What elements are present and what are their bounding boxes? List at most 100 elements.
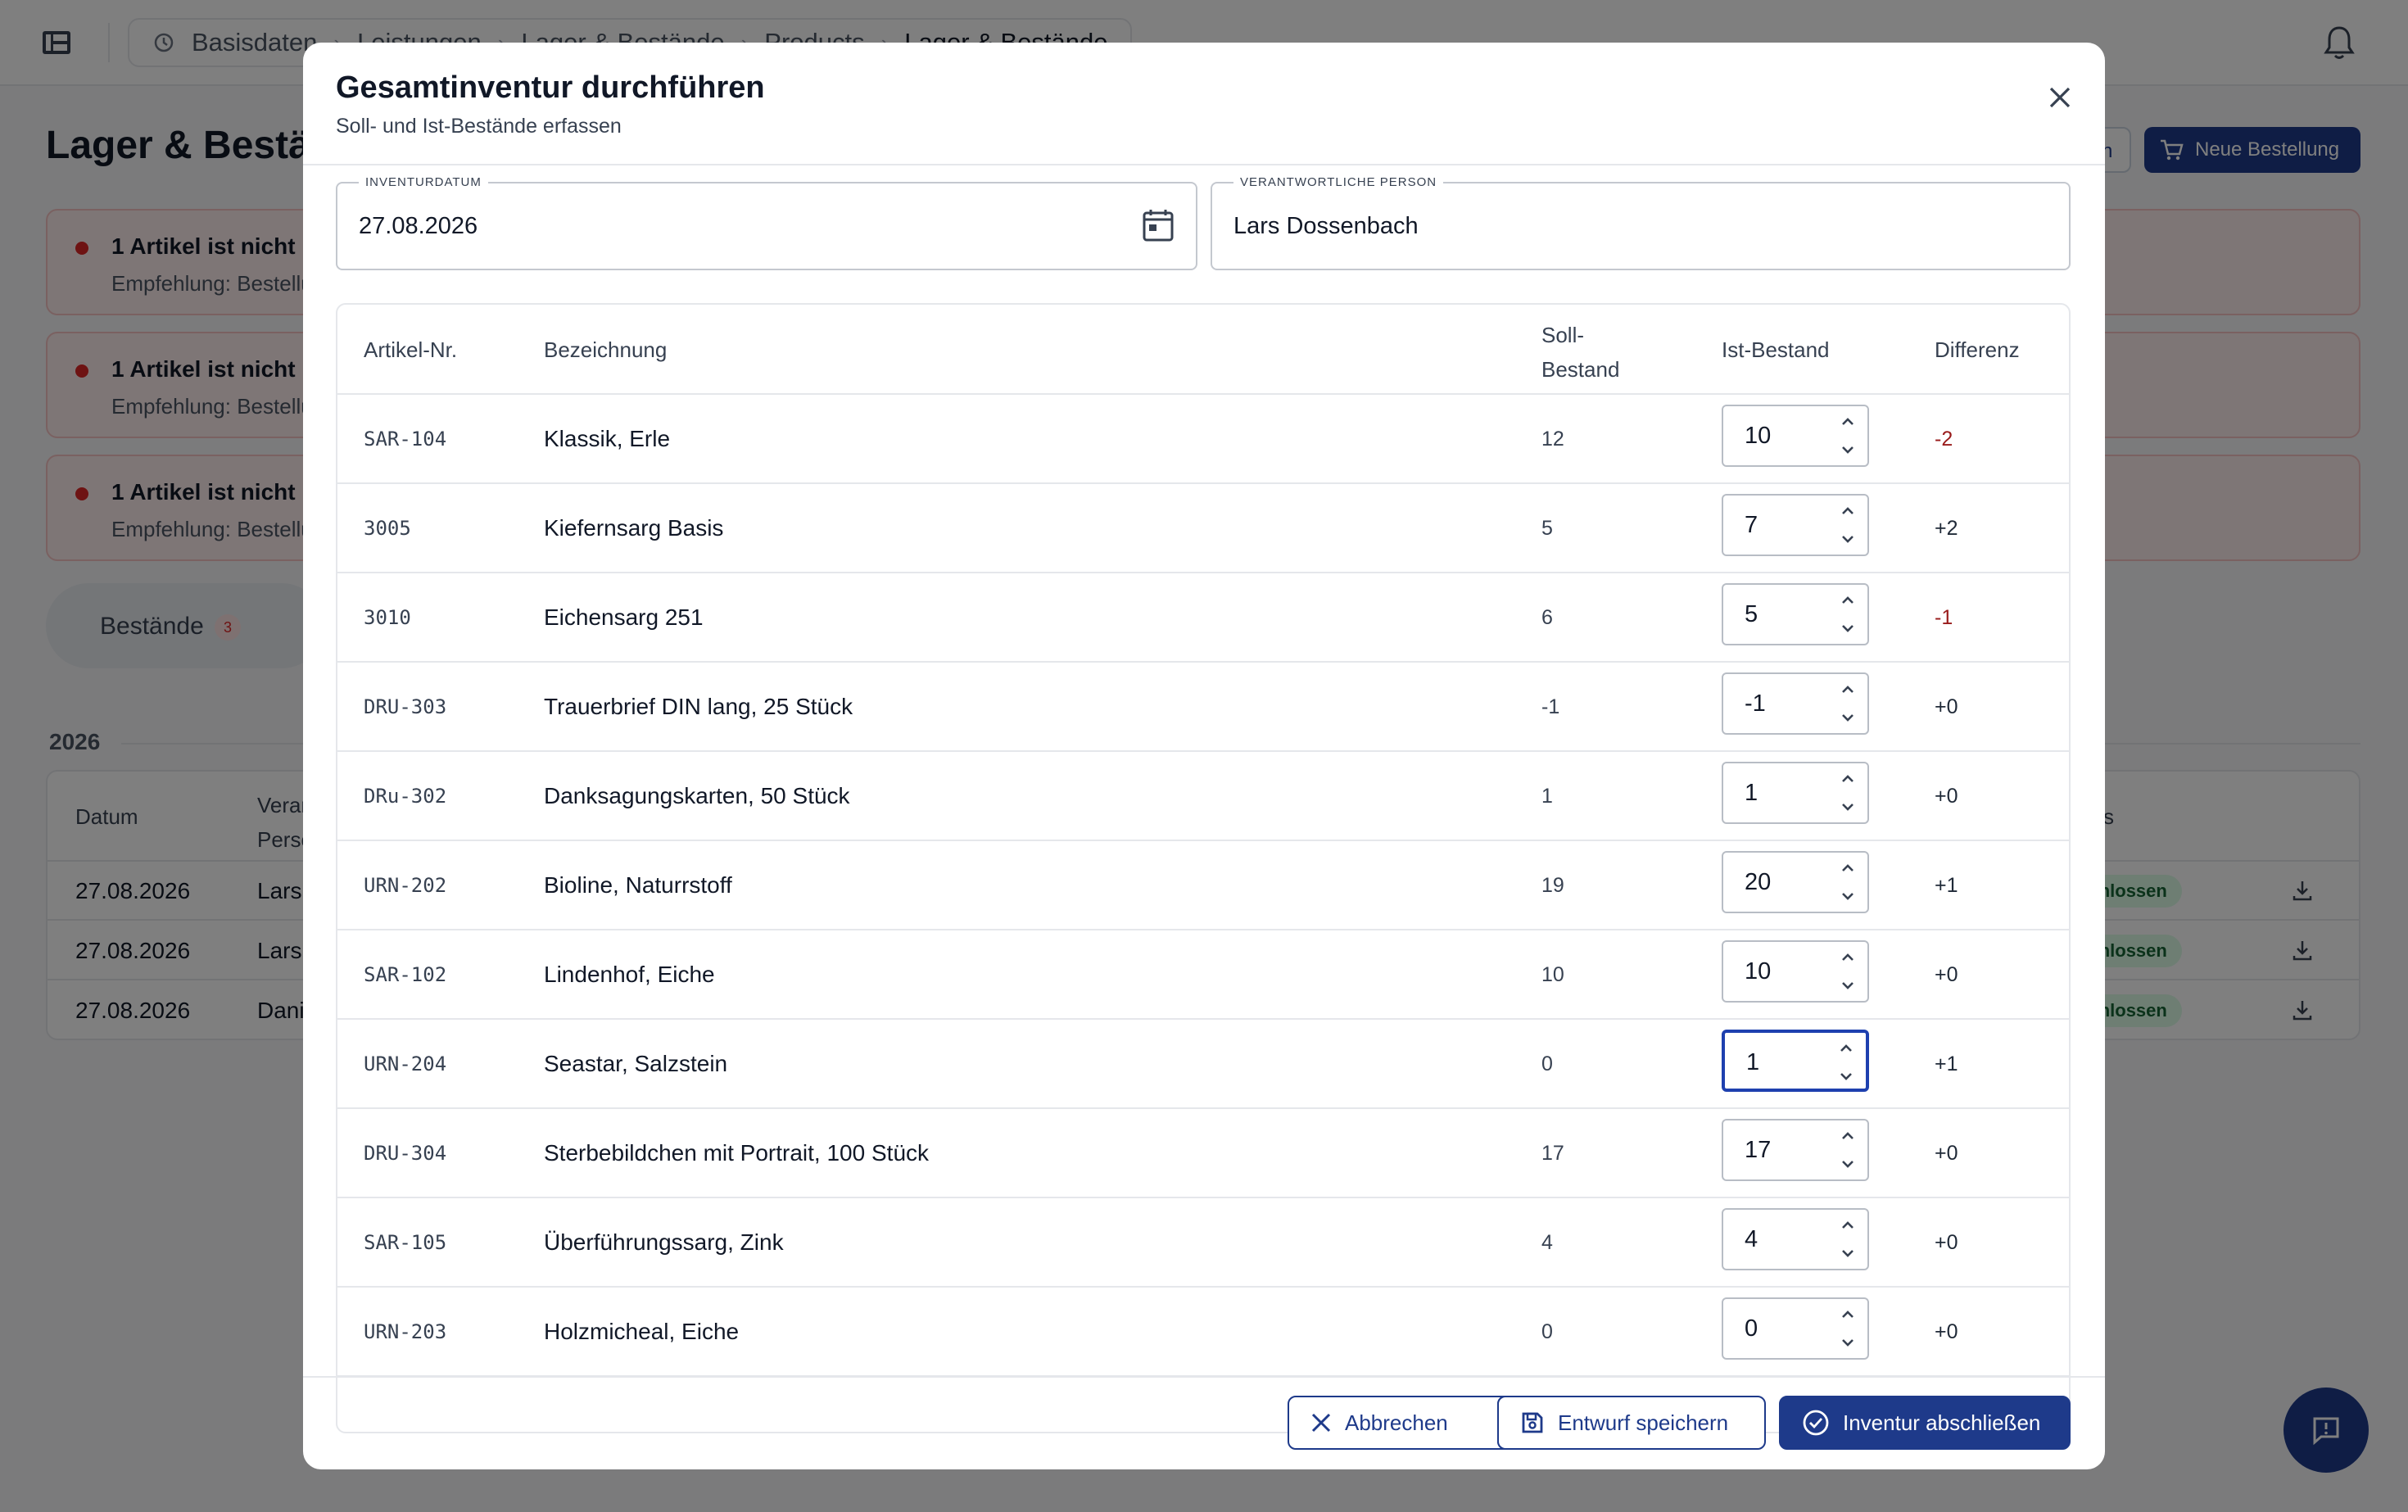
article-number: DRU-303 [364, 695, 447, 718]
save-draft-button[interactable]: Entwurf speichern [1497, 1396, 1766, 1450]
article-description: Lindenhof, Eiche [544, 962, 715, 987]
table-row: DRU-303 Trauerbrief DIN lang, 25 Stück -1 -… [337, 663, 2069, 752]
column-header-article-number: Artikel-Nr. [364, 337, 458, 362]
actual-stock-input[interactable]: 20 [1722, 851, 1869, 913]
article-description: Seastar, Salzstein [544, 1051, 728, 1076]
save-draft-label: Entwurf speichern [1558, 1410, 1729, 1435]
article-number: 3010 [364, 606, 411, 629]
actual-stock-value: 0 [1745, 1315, 1758, 1342]
close-icon [1311, 1413, 1331, 1433]
table-row: DRu-302 Danksagungskarten, 50 Stück 1 1 +0 [337, 752, 2069, 841]
actual-stock-input[interactable]: -1 [1722, 672, 1869, 735]
table-header: Artikel-Nr. Bezeichnung Soll-Bestand Ist… [337, 305, 2069, 395]
finish-inventory-label: Inventur abschließen [1843, 1410, 2041, 1435]
target-stock: 17 [1541, 1142, 1564, 1165]
modal-divider [303, 164, 2105, 165]
article-number: URN-202 [364, 874, 447, 897]
stepper-icon[interactable] [1840, 593, 1856, 636]
close-button[interactable] [2039, 77, 2080, 118]
actual-stock-input[interactable]: 5 [1722, 583, 1869, 645]
stepper-icon[interactable] [1840, 1218, 1856, 1261]
stock-difference: +1 [1935, 1053, 1958, 1075]
table-row: URN-203 Holzmicheal, Eiche 0 0 +0 [337, 1288, 2069, 1377]
date-value: 27.08.2026 [359, 213, 478, 239]
article-description: Kiefernsarg Basis [544, 515, 724, 541]
target-stock: 12 [1541, 428, 1564, 450]
actual-stock-input[interactable]: 10 [1722, 940, 1869, 1003]
table-row: DRU-304 Sterbebildchen mit Portrait, 100 … [337, 1109, 2069, 1198]
article-description: Holzmicheal, Eiche [544, 1319, 740, 1344]
inventory-date-field[interactable]: INVENTURDATUM 27.08.2026 [336, 175, 1197, 270]
actual-stock-input[interactable]: 7 [1722, 494, 1869, 556]
target-stock: 6 [1541, 606, 1553, 629]
modal-subtitle: Soll- und Ist-Bestände erfassen [336, 115, 622, 138]
target-stock: 1 [1541, 785, 1553, 808]
target-stock: 5 [1541, 517, 1553, 540]
inventory-modal: Gesamtinventur durchführen Soll- und Ist… [303, 43, 2105, 1469]
article-number: DRU-304 [364, 1142, 447, 1165]
article-description: Danksagungskarten, 50 Stück [544, 783, 850, 808]
stepper-icon[interactable] [1840, 414, 1856, 457]
table-row: 3010 Eichensarg 251 6 5 -1 [337, 573, 2069, 663]
calendar-icon[interactable] [1142, 208, 1175, 242]
actual-stock-input[interactable]: 1 [1722, 1030, 1869, 1092]
stock-difference: +0 [1935, 1320, 1958, 1343]
save-icon [1522, 1412, 1543, 1433]
stock-difference: +0 [1935, 695, 1958, 718]
stepper-icon[interactable] [1840, 1307, 1856, 1350]
article-description: Sterbebildchen mit Portrait, 100 Stück [544, 1140, 930, 1166]
table-row: SAR-105 Überführungssarg, Zink 4 4 +0 [337, 1198, 2069, 1288]
stock-difference: -2 [1935, 428, 1953, 450]
actual-stock-value: -1 [1745, 690, 1766, 717]
target-stock: 0 [1541, 1053, 1553, 1075]
actual-stock-input[interactable]: 1 [1722, 762, 1869, 824]
stock-difference: +0 [1935, 963, 1958, 986]
article-description: Bioline, Naturrstoff [544, 872, 732, 898]
cancel-button[interactable]: Abbrechen [1288, 1396, 1530, 1450]
actual-stock-input[interactable]: 0 [1722, 1297, 1869, 1360]
actual-stock-value: 1 [1745, 780, 1758, 806]
article-description: Überführungssarg, Zink [544, 1229, 784, 1255]
target-stock: 0 [1541, 1320, 1553, 1343]
table-row: URN-204 Seastar, Salzstein 0 1 +1 [337, 1020, 2069, 1109]
article-number: URN-204 [364, 1053, 447, 1075]
stock-difference: -1 [1935, 606, 1953, 629]
close-icon [2049, 87, 2071, 108]
field-label: VERANTWORTLICHE PERSON [1233, 175, 1444, 189]
target-stock: 10 [1541, 963, 1564, 986]
actual-stock-input[interactable]: 17 [1722, 1119, 1869, 1181]
target-stock: -1 [1541, 695, 1560, 718]
actual-stock-value: 1 [1746, 1049, 1760, 1075]
article-description: Trauerbrief DIN lang, 25 Stück [544, 694, 853, 719]
stepper-icon[interactable] [1840, 682, 1856, 725]
actual-stock-input[interactable]: 10 [1722, 405, 1869, 467]
stock-difference: +2 [1935, 517, 1958, 540]
stock-difference: +0 [1935, 1231, 1958, 1254]
column-header-description: Bezeichnung [544, 337, 668, 362]
modal-title: Gesamtinventur durchführen [336, 70, 765, 105]
stepper-icon[interactable] [1840, 772, 1856, 814]
actual-stock-value: 5 [1745, 601, 1758, 627]
article-description: Klassik, Erle [544, 426, 671, 451]
article-number: SAR-104 [364, 428, 447, 450]
actual-stock-value: 20 [1745, 869, 1772, 895]
stock-difference: +0 [1935, 785, 1958, 808]
article-description: Eichensarg 251 [544, 604, 704, 630]
stock-difference: +1 [1935, 874, 1958, 897]
check-circle-icon [1803, 1410, 1829, 1436]
stepper-icon[interactable] [1840, 861, 1856, 903]
table-row: URN-202 Bioline, Naturrstoff 19 20 +1 [337, 841, 2069, 930]
inventory-table: Artikel-Nr. Bezeichnung Soll-Bestand Ist… [336, 303, 2071, 1433]
stepper-icon[interactable] [1840, 950, 1856, 993]
column-header-actual-stock: Ist-Bestand [1722, 337, 1830, 362]
stepper-icon[interactable] [1840, 1129, 1856, 1171]
actual-stock-input[interactable]: 4 [1722, 1208, 1869, 1270]
responsible-person-field[interactable]: VERANTWORTLICHE PERSON Lars Dossenbach [1211, 175, 2071, 270]
actual-stock-value: 4 [1745, 1226, 1758, 1252]
actual-stock-value: 7 [1745, 512, 1758, 538]
stepper-icon[interactable] [1840, 504, 1856, 546]
finish-inventory-button[interactable]: Inventur abschließen [1779, 1396, 2071, 1450]
article-number: URN-203 [364, 1320, 447, 1343]
column-header-difference: Differenz [1935, 337, 2020, 362]
stepper-icon[interactable] [1838, 1041, 1854, 1084]
